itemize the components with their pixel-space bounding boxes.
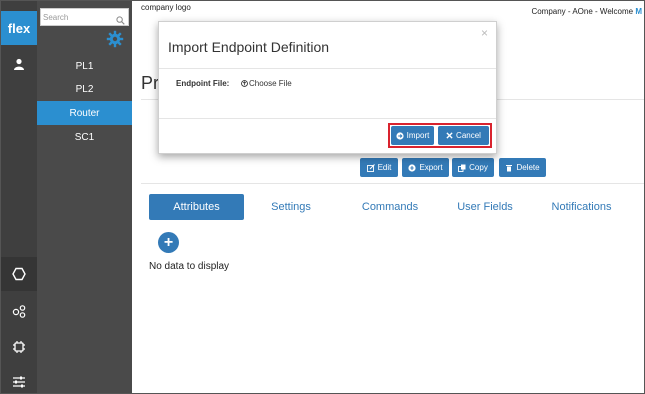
edit-button[interactable]: Edit [360,158,398,177]
sidebar-item-label: PL2 [75,83,94,95]
buttons-highlight-box [388,123,492,148]
endpoint-file-label: Endpoint File: [176,79,230,88]
edit-icon [366,163,375,172]
sidebar-item-sc1[interactable]: SC1 [37,125,132,149]
export-icon [408,163,417,172]
tab-attributes[interactable]: Attributes [149,194,244,220]
sidebar-item-label: SC1 [74,131,95,143]
tab-commands[interactable]: Commands [351,194,429,220]
sidebar-item-router[interactable]: Router [37,101,132,125]
import-modal: Import Endpoint Definition × Endpoint Fi… [158,21,497,154]
sidebar-item-pl1[interactable]: PL1 [37,54,132,78]
tab-settings[interactable]: Settings [256,194,326,220]
app-window: flex Search PL1 PL2 Router SC1 company l… [0,0,645,394]
trash-icon [506,164,513,171]
welcome-user[interactable]: M [635,7,642,16]
chip-icon[interactable] [1,330,37,364]
export-label: Export [419,163,443,172]
empty-state-text: No data to display [149,261,230,272]
divider [159,118,496,119]
copy-icon [458,164,466,172]
page-title: Pr [141,73,159,93]
close-icon[interactable]: × [481,26,488,40]
copy-button[interactable]: Copy [452,158,494,177]
nodes-icon[interactable] [1,294,37,328]
delete-button[interactable]: Delete [499,158,546,177]
search-input[interactable] [43,10,113,24]
file-chooser[interactable]: Choose File [241,79,292,88]
sidebar-search [40,8,129,26]
add-button[interactable]: + [158,232,179,253]
sliders-icon[interactable] [1,365,37,393]
tab-user-fields[interactable]: User Fields [448,194,522,220]
upload-icon [241,80,248,87]
copy-label: Copy [469,163,488,172]
modal-title: Import Endpoint Definition [168,39,330,55]
welcome-text: Company - AOne - Welcome M [531,7,642,16]
divider [141,183,644,184]
company-logo: company logo [141,3,191,12]
export-button[interactable]: Export [402,158,449,177]
sidebar-item-label: PL1 [75,60,94,72]
delete-label: Delete [516,163,540,172]
divider [159,68,496,69]
welcome-prefix: Company - AOne - Welcome [531,7,636,16]
gear-icon[interactable] [106,30,124,53]
app-logo[interactable]: flex [1,11,37,45]
hexagon-icon[interactable] [1,257,39,291]
search-icon[interactable] [116,12,125,30]
tab-notifications[interactable]: Notifications [543,194,620,220]
edit-label: Edit [377,163,392,172]
sidebar-item-label: Router [69,107,100,119]
user-icon[interactable] [1,47,37,81]
choose-file-label: Choose File [249,79,292,88]
sidebar-item-pl2[interactable]: PL2 [37,77,132,101]
